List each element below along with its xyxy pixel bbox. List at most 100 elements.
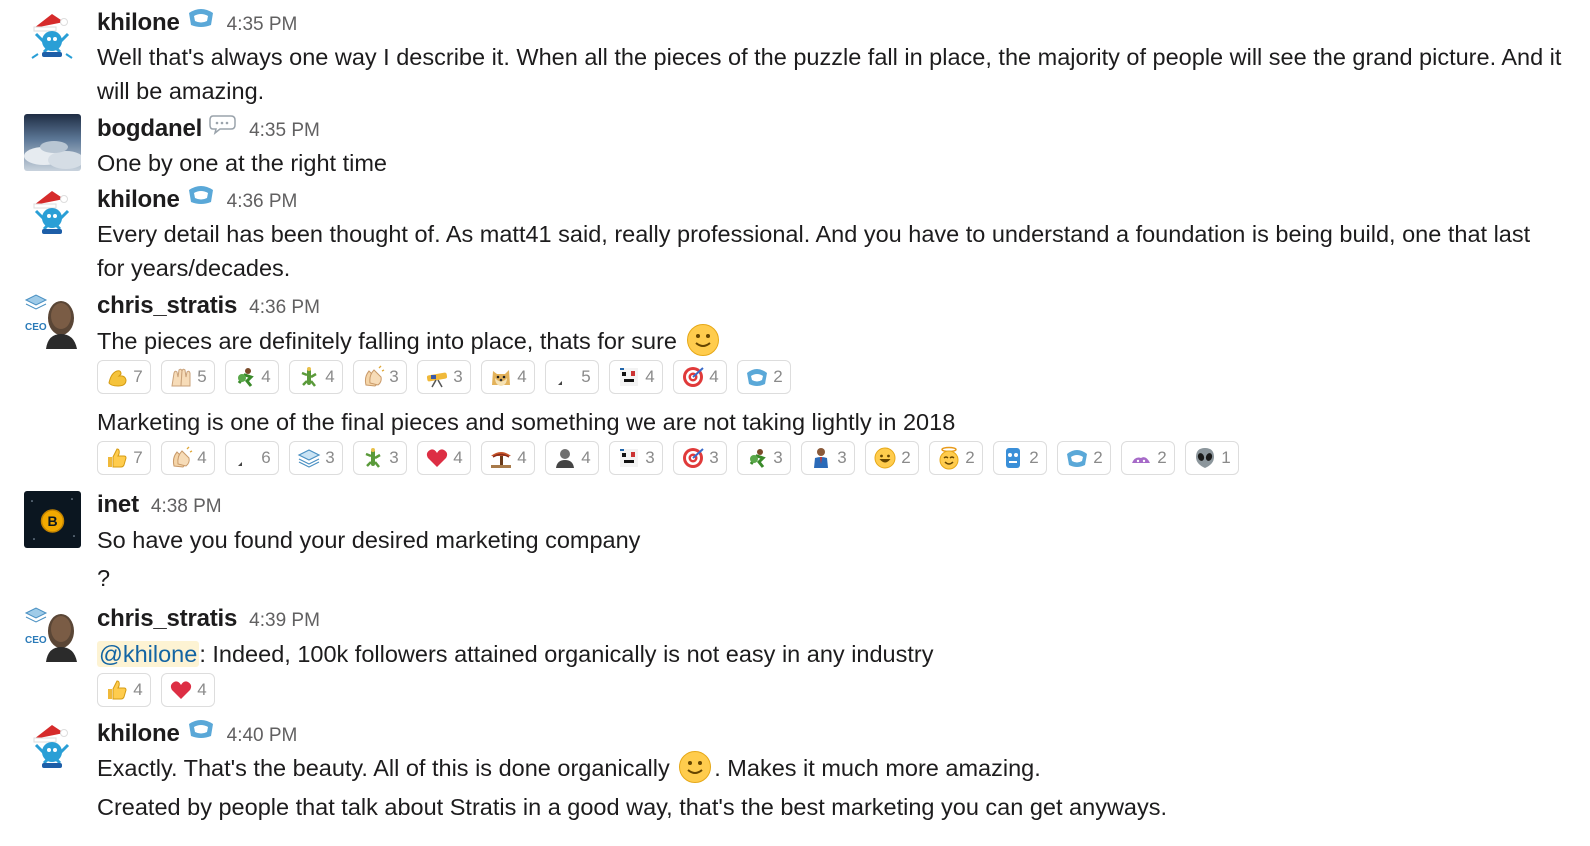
reaction-pill[interactable]: 4 <box>97 673 151 707</box>
reaction-pill[interactable]: 5 <box>545 360 599 394</box>
target-icon <box>681 446 705 470</box>
timestamp[interactable]: 4:36 PM <box>249 297 320 319</box>
svg-text:B: B <box>47 513 57 529</box>
reaction-pill[interactable]: 4 <box>161 673 215 707</box>
reaction-pill[interactable]: 3 <box>289 441 343 475</box>
reaction-bar: 7 4 6 3 3 4 4 4 3 3 3 3 2 2 2 2 2 1 <box>97 441 1562 475</box>
telescope-icon <box>425 365 449 389</box>
flexed-biceps-icon <box>105 365 129 389</box>
reaction-count: 7 <box>133 367 143 386</box>
reaction-pill[interactable]: 2 <box>1057 441 1111 475</box>
reaction-pill[interactable]: 7 <box>97 360 151 394</box>
timestamp[interactable]: 4:35 PM <box>249 120 320 142</box>
timestamp[interactable]: 4:39 PM <box>249 610 320 632</box>
dancer-icon <box>233 365 257 389</box>
bitcoin-avatar-icon: B <box>24 491 81 548</box>
reaction-pill[interactable]: 3 <box>737 441 791 475</box>
reaction-pill[interactable]: 7 <box>97 441 151 475</box>
reaction-count: 3 <box>453 367 463 386</box>
reaction-count: 3 <box>389 448 399 467</box>
avatar-inet[interactable]: B <box>24 491 81 548</box>
message-text-line: The pieces are definitely falling into p… <box>97 328 677 354</box>
avatar-khilone[interactable] <box>24 8 81 65</box>
reaction-pill[interactable]: 2 <box>929 441 983 475</box>
reaction-pill[interactable]: 3 <box>417 360 471 394</box>
avatar-chris-stratis[interactable]: CEO <box>24 605 81 662</box>
reaction-count: 4 <box>645 367 655 386</box>
reaction-pill[interactable]: 4 <box>673 360 727 394</box>
message-text: So have you found your desired marketing… <box>97 527 641 553</box>
blank-emoji-icon <box>553 365 577 389</box>
reaction-pill[interactable]: 4 <box>609 360 663 394</box>
ceo-avatar-icon: CEO <box>24 292 81 349</box>
reaction-bar: 44 <box>97 673 1562 707</box>
author-name[interactable]: chris_stratis <box>97 292 237 320</box>
avatar-khilone[interactable] <box>24 719 81 776</box>
author-name[interactable]: khilone <box>97 720 180 748</box>
cactus-dance-icon <box>297 365 321 389</box>
reaction-pill[interactable]: 4 <box>289 360 343 394</box>
message-text: @khilone: Indeed, 100k followers attaine… <box>97 637 1562 671</box>
message-feed: khilone 4:35 PM Well that's always one w… <box>0 0 1590 846</box>
timestamp[interactable]: 4:40 PM <box>227 725 298 747</box>
reaction-pill[interactable]: 4 <box>161 441 215 475</box>
stratis-logo-icon <box>745 365 769 389</box>
reaction-count: 6 <box>261 448 271 467</box>
reaction-count: 4 <box>325 367 335 386</box>
timestamp[interactable]: 4:36 PM <box>227 191 298 213</box>
message-text: Created by people that talk about Strati… <box>97 794 1168 820</box>
reaction-count: 4 <box>197 680 207 699</box>
reaction-pill[interactable]: 3 <box>801 441 855 475</box>
reaction-pill[interactable]: 4 <box>481 441 535 475</box>
reaction-count: 4 <box>517 448 527 467</box>
reaction-pill[interactable]: 6 <box>225 441 279 475</box>
reaction-pill[interactable]: 2 <box>737 360 791 394</box>
reaction-count: 2 <box>1157 448 1167 467</box>
reaction-count: 4 <box>517 367 527 386</box>
reaction-count: 3 <box>325 448 335 467</box>
reaction-count: 1 <box>1221 448 1231 467</box>
reaction-pill[interactable]: 4 <box>545 441 599 475</box>
stratis-badge-icon <box>187 7 215 29</box>
reaction-pill[interactable]: 1 <box>1185 441 1239 475</box>
message-text: Well that's always one way I describe it… <box>97 44 1562 104</box>
reaction-count: 4 <box>261 367 271 386</box>
author-name[interactable]: khilone <box>97 9 180 37</box>
message-text-line: Exactly. That's the beauty. All of this … <box>97 755 677 781</box>
santa-robot-avatar-icon <box>24 185 81 242</box>
reaction-count: 4 <box>133 680 143 699</box>
reaction-pill[interactable]: 3 <box>609 441 663 475</box>
reaction-pill[interactable]: 3 <box>673 441 727 475</box>
blank-emoji-icon <box>233 446 257 470</box>
timestamp[interactable]: 4:35 PM <box>227 14 298 36</box>
message-text: One by one at the right time <box>97 150 387 176</box>
author-name[interactable]: chris_stratis <box>97 605 237 633</box>
raised-hands-icon <box>169 365 193 389</box>
avatar-khilone[interactable] <box>24 185 81 242</box>
avatar-chris-stratis[interactable]: CEO <box>24 292 81 349</box>
avatar-bogdanel[interactable] <box>24 114 81 171</box>
reaction-count: 5 <box>197 367 207 386</box>
message-text: ? <box>97 565 111 591</box>
blue-mask-icon <box>1001 446 1025 470</box>
reaction-pill[interactable]: 2 <box>993 441 1047 475</box>
red-heart-icon <box>169 678 193 702</box>
reaction-pill[interactable]: 4 <box>481 360 535 394</box>
reaction-pill[interactable]: 3 <box>353 441 407 475</box>
dancer-icon <box>745 446 769 470</box>
businessman-icon <box>809 446 833 470</box>
reaction-pill[interactable]: 2 <box>865 441 919 475</box>
reaction-pill[interactable]: 2 <box>1121 441 1175 475</box>
reaction-bar: 7 5 4 4 3 3 4 5 4 4 2 <box>97 360 1562 394</box>
user-mention[interactable]: @khilone <box>97 641 200 667</box>
author-name[interactable]: khilone <box>97 186 180 214</box>
timestamp[interactable]: 4:38 PM <box>151 496 222 518</box>
ceo-avatar-icon: CEO <box>24 605 81 662</box>
reaction-pill[interactable]: 3 <box>353 360 407 394</box>
message-text-line: : Indeed, 100k followers attained organi… <box>199 641 934 667</box>
reaction-pill[interactable]: 5 <box>161 360 215 394</box>
author-name[interactable]: inet <box>97 491 139 519</box>
reaction-pill[interactable]: 4 <box>225 360 279 394</box>
reaction-pill[interactable]: 4 <box>417 441 471 475</box>
author-name[interactable]: bogdanel <box>97 115 202 143</box>
